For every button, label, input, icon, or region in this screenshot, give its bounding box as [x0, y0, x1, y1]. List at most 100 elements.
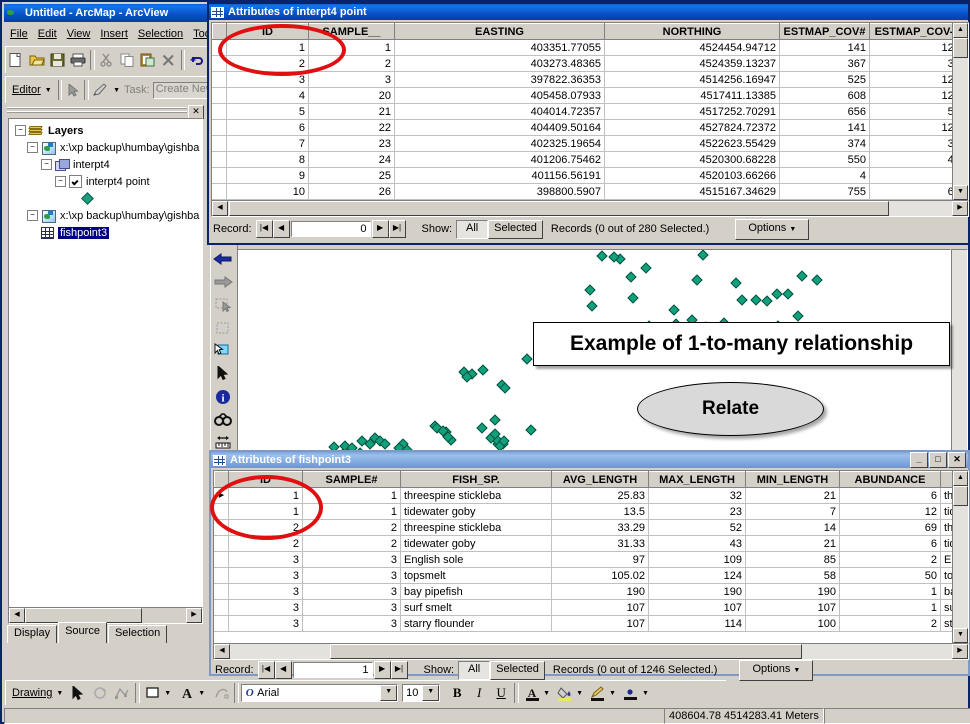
table-cell[interactable]: 85: [745, 551, 840, 568]
table-row[interactable]: ▶11threespine stickleba25.8332216threesp…: [214, 487, 952, 504]
table-row[interactable]: 11403351.770554524454.947121411234: [212, 39, 952, 56]
table-cell[interactable]: 107: [551, 599, 649, 616]
sidebar-item-datasource-1[interactable]: − x:\xp backup\humbay\gishba: [9, 139, 202, 156]
layer-visibility-checkbox[interactable]: [69, 175, 82, 188]
table-row[interactable]: 33397822.363534514256.169475251277: [212, 71, 952, 88]
table-cell[interactable]: 3: [869, 167, 952, 184]
table-cell[interactable]: 1: [228, 487, 303, 504]
column-header-id[interactable]: ID: [226, 23, 309, 40]
table-cell[interactable]: 4520103.66266: [604, 167, 780, 184]
table-cell[interactable]: 755: [779, 183, 870, 200]
table-row[interactable]: 1026398800.59074515167.34629755615: [212, 183, 952, 200]
scroll-right-arrow-icon[interactable]: ▶: [952, 644, 968, 659]
table-cell[interactable]: 472: [869, 151, 952, 168]
table-cell[interactable]: 3: [302, 567, 401, 584]
edit-vertices-icon[interactable]: [111, 682, 133, 704]
expander-icon[interactable]: −: [27, 142, 38, 153]
table-cell[interactable]: 4: [226, 87, 309, 104]
clear-selection-icon[interactable]: [211, 316, 235, 339]
table-cell[interactable]: 404409.50164: [394, 119, 605, 136]
table-cell[interactable]: 97: [551, 551, 649, 568]
first-record-button[interactable]: |◀: [255, 220, 273, 238]
editor-dropdown-arrow[interactable]: ▼: [45, 87, 52, 94]
table-cell[interactable]: topsmelt: [400, 567, 552, 584]
copy-icon[interactable]: [117, 49, 137, 71]
row-selector[interactable]: [214, 551, 229, 568]
table-horizontal-scrollbar-interpt4[interactable]: ◀ ▶: [211, 200, 969, 217]
table-row[interactable]: 22tidewater goby31.3343216tidewater: [214, 535, 952, 552]
font-name-combobox[interactable]: O Arial ▼: [241, 684, 399, 702]
scrollbar-thumb[interactable]: [953, 38, 968, 58]
chevron-down-icon[interactable]: ▼: [380, 685, 398, 701]
sidebar-item-interpt4-point[interactable]: − interpt4 point: [9, 173, 202, 190]
table-cell[interactable]: surf smelt: [400, 599, 552, 616]
chevron-down-icon[interactable]: ▼: [576, 690, 583, 697]
chevron-down-icon[interactable]: ▼: [543, 690, 550, 697]
expander-icon[interactable]: −: [55, 176, 66, 187]
table-cell[interactable]: 32: [648, 487, 746, 504]
sidebar-item-datasource-2[interactable]: − x:\xp backup\humbay\gishba: [9, 207, 202, 224]
table-cell[interactable]: 13.5: [551, 503, 649, 520]
scroll-up-arrow-icon[interactable]: ▲: [953, 23, 968, 38]
table-cell[interactable]: 190: [745, 583, 840, 600]
map-point[interactable]: [625, 271, 637, 283]
table-cell[interactable]: 6: [226, 119, 309, 136]
column-header-easting[interactable]: EASTING: [394, 23, 605, 40]
toc-tree[interactable]: − Layers − x:\xp backup\humbay\gishba − …: [8, 118, 203, 608]
table-cell[interactable]: threespine stickleba: [400, 519, 552, 536]
table-cell[interactable]: 105.02: [551, 567, 649, 584]
table-row[interactable]: 33bay pipefish1901901901bay pipef: [214, 583, 952, 600]
table-cell[interactable]: 4517252.70291: [604, 103, 780, 120]
select-elements-icon[interactable]: [211, 339, 235, 362]
map-point[interactable]: [668, 304, 680, 316]
go-forward-extent-icon[interactable]: [211, 270, 235, 293]
next-record-button[interactable]: ▶: [373, 661, 391, 679]
nudge-icon[interactable]: [210, 682, 232, 704]
table-row[interactable]: 824401206.754624520300.68228550472: [212, 151, 952, 168]
map-point[interactable]: [489, 414, 501, 426]
editor-menu-button[interactable]: Editor: [6, 84, 45, 96]
scroll-down-arrow-icon[interactable]: ▼: [953, 185, 968, 200]
table-row[interactable]: 22threespine stickleba33.29521469threesp…: [214, 519, 952, 536]
attribute-grid-interpt4[interactable]: ID SAMPLE__ EASTING NORTHING ESTMAP_COV#…: [211, 22, 953, 201]
table-cell[interactable]: 1277: [869, 71, 952, 88]
table-cell[interactable]: 107: [648, 599, 746, 616]
row-selector[interactable]: [214, 583, 229, 600]
table-cell[interactable]: 403273.48365: [394, 55, 605, 72]
table-cell[interactable]: 615: [869, 183, 952, 200]
table-row[interactable]: 723402325.196544522623.55429374385: [212, 135, 952, 152]
map-point[interactable]: [796, 270, 808, 282]
chevron-down-icon[interactable]: ▼: [642, 690, 649, 697]
table-cell[interactable]: 2: [302, 519, 401, 536]
map-point[interactable]: [640, 262, 652, 274]
sidebar-item-interpt4[interactable]: − interpt4: [9, 156, 202, 173]
table-cell[interactable]: 21: [745, 487, 840, 504]
paste-icon[interactable]: [138, 49, 158, 71]
table-cell[interactable]: 3: [302, 599, 401, 616]
expander-icon[interactable]: −: [15, 125, 26, 136]
table-row[interactable]: 925401156.561914520103.6626643: [212, 167, 952, 184]
map-point[interactable]: [792, 310, 804, 322]
show-selected-button[interactable]: Selected: [488, 219, 543, 239]
go-back-extent-icon[interactable]: [211, 247, 235, 270]
map-point[interactable]: [691, 274, 703, 286]
table-cell[interactable]: 554: [869, 103, 952, 120]
column-header-sample[interactable]: SAMPLE#: [302, 471, 401, 488]
table-cell[interactable]: 3: [228, 599, 303, 616]
table-cell[interactable]: 107: [551, 615, 649, 632]
table-cell[interactable]: 31.33: [551, 535, 649, 552]
scrollbar-thumb[interactable]: [229, 201, 889, 216]
task-combobox[interactable]: Create New: [152, 81, 208, 99]
table-cell[interactable]: 398800.5907: [394, 183, 605, 200]
table-cell[interactable]: 141: [779, 39, 870, 56]
table-cell[interactable]: 401206.75462: [394, 151, 605, 168]
table-cell[interactable]: 33.29: [551, 519, 649, 536]
table-cell[interactable]: 8: [226, 151, 309, 168]
table-cell[interactable]: bay pipefish: [400, 583, 552, 600]
undo-icon[interactable]: [187, 49, 207, 71]
scroll-left-arrow-icon[interactable]: ◀: [9, 608, 25, 623]
row-selector[interactable]: [214, 615, 229, 632]
delete-icon[interactable]: [158, 49, 178, 71]
fill-color-icon[interactable]: [554, 682, 576, 704]
column-header-max-length[interactable]: MAX_LENGTH: [648, 471, 746, 488]
